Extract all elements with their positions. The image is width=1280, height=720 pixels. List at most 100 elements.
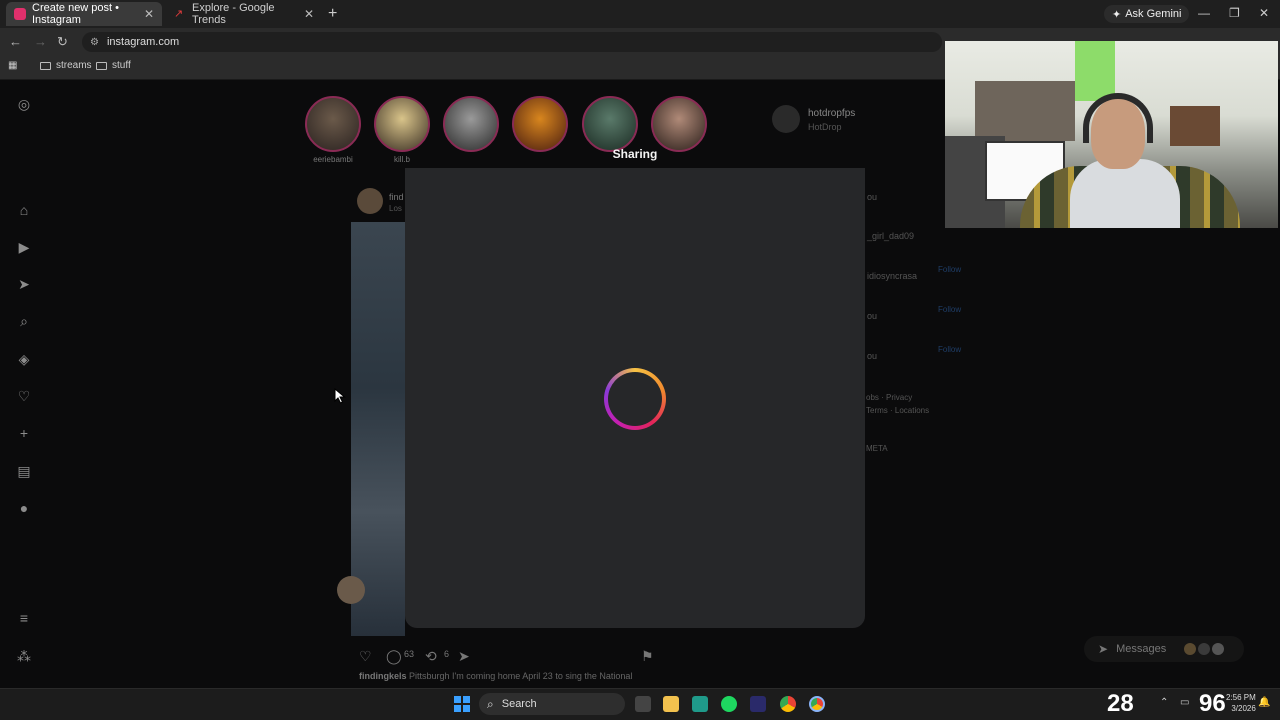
messages-label: Messages: [1116, 643, 1167, 655]
home-icon[interactable]: ⌂: [16, 202, 32, 218]
tagged-avatar[interactable]: [337, 576, 365, 604]
clock-time: 2:56 PM: [1226, 693, 1256, 702]
follow-button[interactable]: Follow: [938, 305, 961, 314]
tray-chevron-icon[interactable]: ⌃: [1160, 697, 1168, 708]
post-caption: findingkels Pittsburgh I'm coming home A…: [359, 671, 632, 681]
share-icon[interactable]: ➤: [458, 648, 470, 665]
suggestion-label: ou: [867, 192, 878, 202]
explore-icon[interactable]: ◈: [16, 351, 32, 367]
suggestion-user[interactable]: idiosyncrasa: [867, 271, 917, 281]
webcam-overlay: [945, 41, 1278, 228]
new-tab-button[interactable]: +: [328, 5, 337, 23]
caption-text: Pittsburgh I'm coming home April 23 to s…: [409, 671, 633, 681]
back-icon[interactable]: ←: [9, 34, 22, 49]
story-label: eeriebambi: [313, 155, 353, 164]
create-icon[interactable]: +: [16, 425, 32, 441]
search-icon[interactable]: ⌕: [16, 313, 32, 329]
modal-title: Sharing: [612, 147, 658, 161]
close-tab-icon[interactable]: ✕: [304, 7, 314, 21]
post-author[interactable]: find: [389, 192, 404, 202]
suggestion-user[interactable]: _girl_dad09: [867, 231, 914, 241]
messages-avatars: [1184, 643, 1225, 655]
forward-icon[interactable]: →: [34, 34, 47, 49]
folder-icon: [96, 61, 107, 70]
footer-links[interactable]: Terms · Locations: [866, 406, 929, 415]
spinner-center: [608, 372, 662, 426]
notepad-icon[interactable]: [692, 696, 708, 712]
maximize-icon[interactable]: ❐: [1229, 6, 1240, 20]
repost-count: 6: [444, 649, 450, 659]
apps-grid-icon[interactable]: ▦: [8, 60, 17, 71]
taskbar-search[interactable]: ⌕ Search: [479, 693, 625, 715]
tab-google-trends[interactable]: ↗ Explore - Google Trends ✕: [166, 2, 322, 26]
instagram-logo-icon[interactable]: ◎: [16, 96, 32, 112]
post-location[interactable]: Los: [389, 204, 402, 213]
minimize-icon[interactable]: —: [1198, 6, 1210, 20]
address-bar[interactable]: ⚙ instagram.com: [82, 32, 942, 52]
chrome-active-icon[interactable]: [809, 696, 825, 712]
post-image[interactable]: [351, 222, 405, 636]
profile-avatar-icon[interactable]: ●: [16, 500, 32, 516]
webcam-person: [1070, 159, 1180, 228]
webcam-background: [975, 81, 1075, 141]
search-icon: ⌕: [487, 696, 494, 711]
clock-date: 3/2026: [1231, 704, 1256, 713]
url-text: instagram.com: [106, 36, 180, 48]
reload-icon[interactable]: ↻: [57, 34, 68, 50]
bookmark-label: stuff: [112, 60, 131, 71]
trends-favicon-icon: ↗: [174, 8, 184, 20]
caption-username[interactable]: findingkels: [359, 671, 407, 681]
dashboard-icon[interactable]: ▤: [16, 463, 32, 479]
close-window-icon[interactable]: ✕: [1259, 6, 1269, 20]
like-icon[interactable]: ♡: [359, 648, 372, 665]
follow-button[interactable]: Follow: [938, 265, 961, 274]
notifications-heart-icon[interactable]: ♡: [16, 388, 32, 404]
file-explorer-icon[interactable]: [663, 696, 679, 712]
follow-button[interactable]: Follow: [938, 345, 961, 354]
windows-start-icon[interactable]: [454, 696, 470, 712]
meta-footer: META: [866, 444, 888, 453]
save-bookmark-icon[interactable]: ⚑: [641, 648, 654, 665]
webcam-background: [1075, 41, 1115, 101]
repost-icon[interactable]: ⟲: [425, 648, 437, 665]
messages-icon: ➤: [1098, 642, 1109, 656]
direct-messages-icon[interactable]: ➤: [16, 276, 32, 292]
tab-instagram[interactable]: Create new post • Instagram ✕: [6, 2, 162, 26]
more-menu-icon[interactable]: ≡: [16, 610, 32, 626]
reels-icon[interactable]: ▶: [16, 239, 32, 255]
bookmark-streams[interactable]: streams: [40, 60, 92, 71]
profile-username[interactable]: hotdropfps: [808, 108, 855, 119]
weather-temperature[interactable]: 28: [1107, 690, 1134, 718]
suggestion-user[interactable]: ou: [867, 351, 877, 361]
webcam-background: [1170, 106, 1220, 146]
gemini-label: Ask Gemini: [1125, 8, 1182, 20]
folder-icon: [40, 61, 51, 70]
suggestion-user[interactable]: ou: [867, 311, 877, 321]
system-clock[interactable]: 2:56 PM 3/2026: [1226, 692, 1256, 714]
bookmark-stuff[interactable]: stuff: [96, 60, 131, 71]
messages-button[interactable]: ➤ Messages: [1084, 636, 1244, 662]
hudfx-icon[interactable]: [750, 696, 766, 712]
gemini-icon: ✦: [1112, 8, 1122, 21]
profile-name: HotDrop: [808, 122, 842, 132]
notification-bell-icon[interactable]: 🔔: [1258, 697, 1270, 708]
comment-icon[interactable]: ◯: [386, 648, 402, 665]
footer-links[interactable]: obs · Privacy: [866, 393, 912, 402]
tray-network-icon[interactable]: ▭: [1180, 697, 1189, 708]
chrome-icon[interactable]: [780, 696, 796, 712]
ask-gemini-button[interactable]: ✦ Ask Gemini: [1104, 5, 1190, 23]
site-info-icon[interactable]: ⚙: [90, 37, 99, 48]
tab-title: Create new post • Instagram: [32, 2, 120, 26]
close-tab-icon[interactable]: ✕: [144, 7, 154, 21]
mouse-cursor-icon: [334, 388, 346, 404]
profile-avatar[interactable]: [772, 105, 800, 133]
post-author-avatar[interactable]: [357, 188, 383, 214]
tab-title: Explore - Google Trends: [192, 2, 275, 26]
story-avatar[interactable]: [305, 96, 361, 152]
search-label: Search: [501, 698, 537, 710]
also-from-meta-icon[interactable]: ⁂: [16, 648, 32, 664]
tray-overlay-number: 96: [1199, 690, 1226, 717]
instagram-favicon-icon: [14, 8, 26, 20]
spotify-icon[interactable]: [721, 696, 737, 712]
task-view-icon[interactable]: [635, 696, 651, 712]
